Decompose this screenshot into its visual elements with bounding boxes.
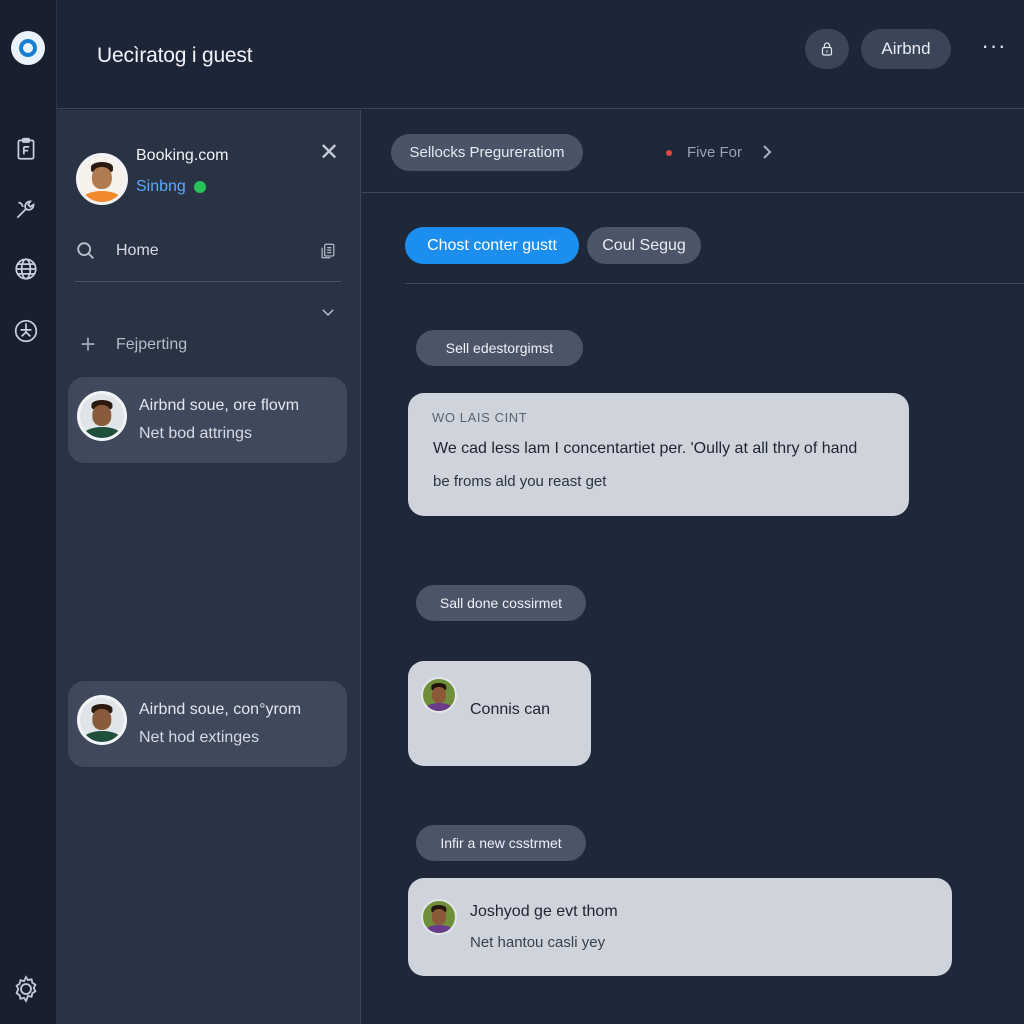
chevron-down-icon[interactable] bbox=[319, 303, 337, 321]
message-card[interactable]: WO LAIS CINT We cad less lam I concentar… bbox=[408, 393, 909, 516]
left-rail bbox=[0, 0, 57, 1024]
conversation-title: Airbnd soue, ore flovm bbox=[139, 397, 300, 414]
main-content: Sellocks Pregureratiom Five For Chost co… bbox=[362, 110, 1024, 1024]
settings-gear-icon[interactable] bbox=[11, 974, 41, 1004]
top-bar: Uecìratog i guest Airbnd ··· bbox=[57, 0, 1024, 109]
airbnd-button[interactable]: Airbnd bbox=[861, 29, 951, 69]
chevron-right-icon[interactable] bbox=[760, 144, 774, 160]
section-label: Fejperting bbox=[116, 336, 188, 353]
message-header: WO LAIS CINT bbox=[432, 410, 528, 425]
search-row[interactable]: Home bbox=[75, 234, 341, 270]
message-preview: Net hantou casli yey bbox=[470, 934, 606, 951]
message-body-continued: be froms ald you reast get bbox=[433, 473, 607, 490]
search-icon bbox=[77, 242, 94, 259]
app-logo-icon[interactable] bbox=[11, 31, 45, 65]
account-status-label: Sinbng bbox=[136, 178, 186, 195]
thread-label[interactable]: Sell edestorgimst bbox=[416, 330, 583, 366]
page-title: Uecìratog i guest bbox=[97, 44, 253, 67]
clipboard-icon[interactable] bbox=[12, 135, 40, 163]
tools-icon[interactable] bbox=[12, 195, 40, 223]
conversation-title: Airbnd soue, con°yrom bbox=[139, 701, 302, 718]
tabs-divider bbox=[405, 283, 1024, 284]
avatar bbox=[77, 391, 127, 441]
copy-icon[interactable] bbox=[318, 241, 338, 261]
tab-chost-conter[interactable]: Chost conter gustt bbox=[405, 227, 579, 264]
conversation-sidebar: Booking.com Sinbng ✕ Home + Fejperting A… bbox=[57, 110, 361, 1024]
thread-label[interactable]: Sall done cossirmet bbox=[416, 585, 586, 621]
more-options-icon[interactable]: ··· bbox=[979, 35, 1009, 60]
account-avatar[interactable] bbox=[76, 153, 128, 205]
lock-button[interactable] bbox=[805, 29, 849, 69]
message-sender: Connis can bbox=[470, 701, 551, 718]
tab-coul-segug[interactable]: Coul Segug bbox=[587, 227, 701, 264]
message-body: We cad less lam I concentartiet per. 'Ou… bbox=[433, 440, 858, 457]
sidebar-divider bbox=[75, 281, 341, 282]
breadcrumb-next[interactable]: Five For bbox=[687, 144, 742, 161]
message-card[interactable]: Joshyod ge evt thom Net hantou casli yey bbox=[408, 878, 952, 976]
lock-icon bbox=[821, 42, 833, 56]
account-status: Sinbng bbox=[136, 178, 206, 196]
conversation-preview: Net hod extinges bbox=[139, 729, 260, 746]
add-icon[interactable]: + bbox=[77, 331, 99, 357]
search-home-label: Home bbox=[116, 242, 159, 259]
close-icon[interactable]: ✕ bbox=[318, 140, 340, 166]
unread-dot bbox=[666, 150, 672, 156]
online-status-dot bbox=[193, 181, 206, 193]
conversation-card[interactable]: Airbnd soue, con°yrom Net hod extinges bbox=[68, 681, 347, 767]
message-sender: Joshyod ge evt thom bbox=[470, 903, 618, 920]
header-divider bbox=[362, 192, 1024, 193]
avatar bbox=[77, 695, 127, 745]
avatar bbox=[421, 899, 457, 935]
account-name: Booking.com bbox=[136, 147, 229, 164]
avatar bbox=[421, 677, 457, 713]
message-card[interactable]: Connis can bbox=[408, 661, 591, 766]
compass-icon[interactable] bbox=[12, 317, 40, 345]
globe-icon[interactable] bbox=[12, 255, 40, 283]
conversation-card[interactable]: Airbnd soue, ore flovm Net bod attrings bbox=[68, 377, 347, 463]
breadcrumb-pill[interactable]: Sellocks Pregureratiom bbox=[391, 134, 583, 171]
conversation-preview: Net bod attrings bbox=[139, 425, 252, 442]
thread-label[interactable]: Infir a new csstrmet bbox=[416, 825, 586, 861]
